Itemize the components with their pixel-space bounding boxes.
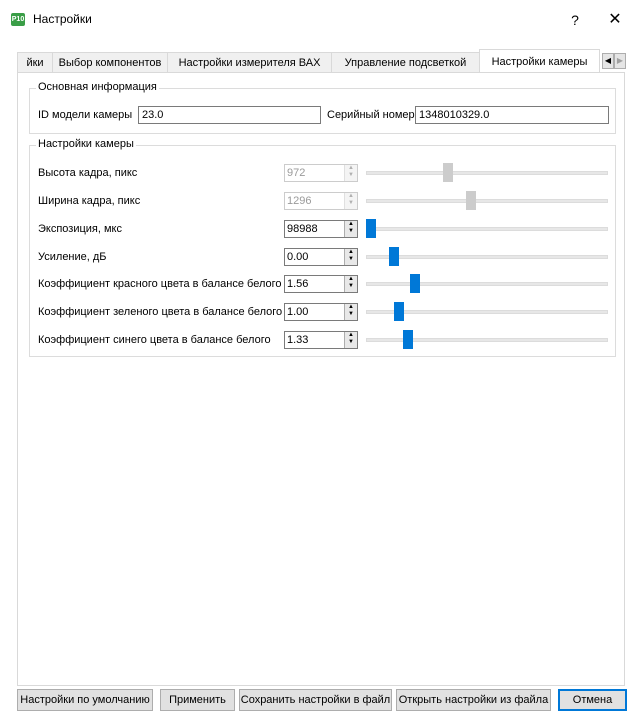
basic-info-title: Основная информация	[36, 81, 159, 93]
wb-green-value: 1.00	[287, 306, 309, 318]
wb-red-label: Коэффициент красного цвета в балансе бел…	[38, 278, 282, 290]
frame-height-value: 972	[287, 167, 306, 179]
wb-red-slider-thumb[interactable]	[410, 274, 421, 293]
tab-iv-meter-settings[interactable]: Настройки измерителя ВАХ	[167, 52, 332, 72]
serial-number-label: Серийный номер	[327, 109, 415, 121]
spin-arrows-icon[interactable]: ▲ ▼	[344, 249, 357, 265]
exposure-slider-thumb[interactable]	[366, 219, 376, 238]
title-bar	[0, 0, 634, 40]
window-title: Настройки	[33, 12, 92, 26]
spin-arrows-icon: ▲ ▼	[344, 165, 357, 181]
wb-blue-spinbox[interactable]: 1.33 ▲ ▼	[284, 331, 358, 349]
tab-scroll-left-button[interactable]: ◀	[602, 53, 614, 69]
model-id-field[interactable]: 23.0	[138, 106, 321, 124]
apply-button[interactable]: Применить	[160, 689, 235, 711]
frame-height-spinbox: 972 ▲ ▼	[284, 164, 358, 182]
spin-arrows-icon: ▲ ▼	[344, 193, 357, 209]
exposure-slider-track[interactable]	[366, 227, 608, 231]
frame-width-value: 1296	[287, 195, 312, 207]
wb-red-value: 1.56	[287, 278, 309, 290]
tab-backlight-control[interactable]: Управление подсветкой	[331, 52, 480, 72]
open-from-file-button[interactable]: Открыть настройки из файла	[396, 689, 551, 711]
frame-width-slider-thumb	[465, 191, 476, 210]
serial-number-field[interactable]: 1348010329.0	[415, 106, 609, 124]
spin-arrows-icon[interactable]: ▲ ▼	[344, 276, 357, 292]
exposure-spinbox[interactable]: 98988 ▲ ▼	[284, 220, 358, 238]
app-icon: P10	[11, 13, 25, 26]
gain-spinbox[interactable]: 0.00 ▲ ▼	[284, 248, 358, 266]
tab-camera-settings[interactable]: Настройки камеры	[479, 49, 600, 73]
gain-slider-thumb[interactable]	[389, 247, 400, 266]
cancel-button[interactable]: Отмена	[558, 689, 627, 711]
frame-width-slider-track	[366, 199, 608, 203]
spin-arrows-icon[interactable]: ▲ ▼	[344, 332, 357, 348]
frame-height-slider-track	[366, 171, 608, 175]
frame-width-spinbox: 1296 ▲ ▼	[284, 192, 358, 210]
wb-blue-slider-thumb[interactable]	[403, 330, 414, 349]
wb-blue-label: Коэффициент синего цвета в балансе белог…	[38, 334, 271, 346]
close-button[interactable]: ✕	[605, 10, 625, 30]
gain-value: 0.00	[287, 251, 309, 263]
exposure-value: 98988	[287, 223, 318, 235]
tab-partial[interactable]: йки	[17, 52, 53, 72]
wb-red-slider-track[interactable]	[366, 282, 608, 286]
wb-red-spinbox[interactable]: 1.56 ▲ ▼	[284, 275, 358, 293]
spin-arrows-icon[interactable]: ▲ ▼	[344, 221, 357, 237]
defaults-button[interactable]: Настройки по умолчанию	[17, 689, 153, 711]
wb-green-slider-thumb[interactable]	[393, 302, 404, 321]
spin-arrows-icon[interactable]: ▲ ▼	[344, 304, 357, 320]
frame-height-label: Высота кадра, пикс	[38, 167, 138, 179]
exposure-label: Экспозиция, мкс	[38, 223, 122, 235]
tab-scroll-right-button[interactable]: ▶	[614, 53, 626, 69]
tab-component-selection[interactable]: Выбор компонентов	[52, 52, 168, 72]
wb-green-label: Коэффициент зеленого цвета в балансе бел…	[38, 306, 283, 318]
gain-slider-track[interactable]	[366, 255, 608, 259]
model-id-label: ID модели камеры	[38, 109, 133, 121]
frame-height-slider-thumb	[442, 163, 453, 182]
gain-label: Усиление, дБ	[38, 251, 107, 263]
camera-settings-title: Настройки камеры	[36, 138, 136, 150]
save-to-file-button[interactable]: Сохранить настройки в файл	[239, 689, 392, 711]
wb-blue-value: 1.33	[287, 334, 309, 346]
frame-width-label: Ширина кадра, пикс	[38, 195, 141, 207]
wb-green-spinbox[interactable]: 1.00 ▲ ▼	[284, 303, 358, 321]
help-button[interactable]: ?	[565, 10, 585, 30]
